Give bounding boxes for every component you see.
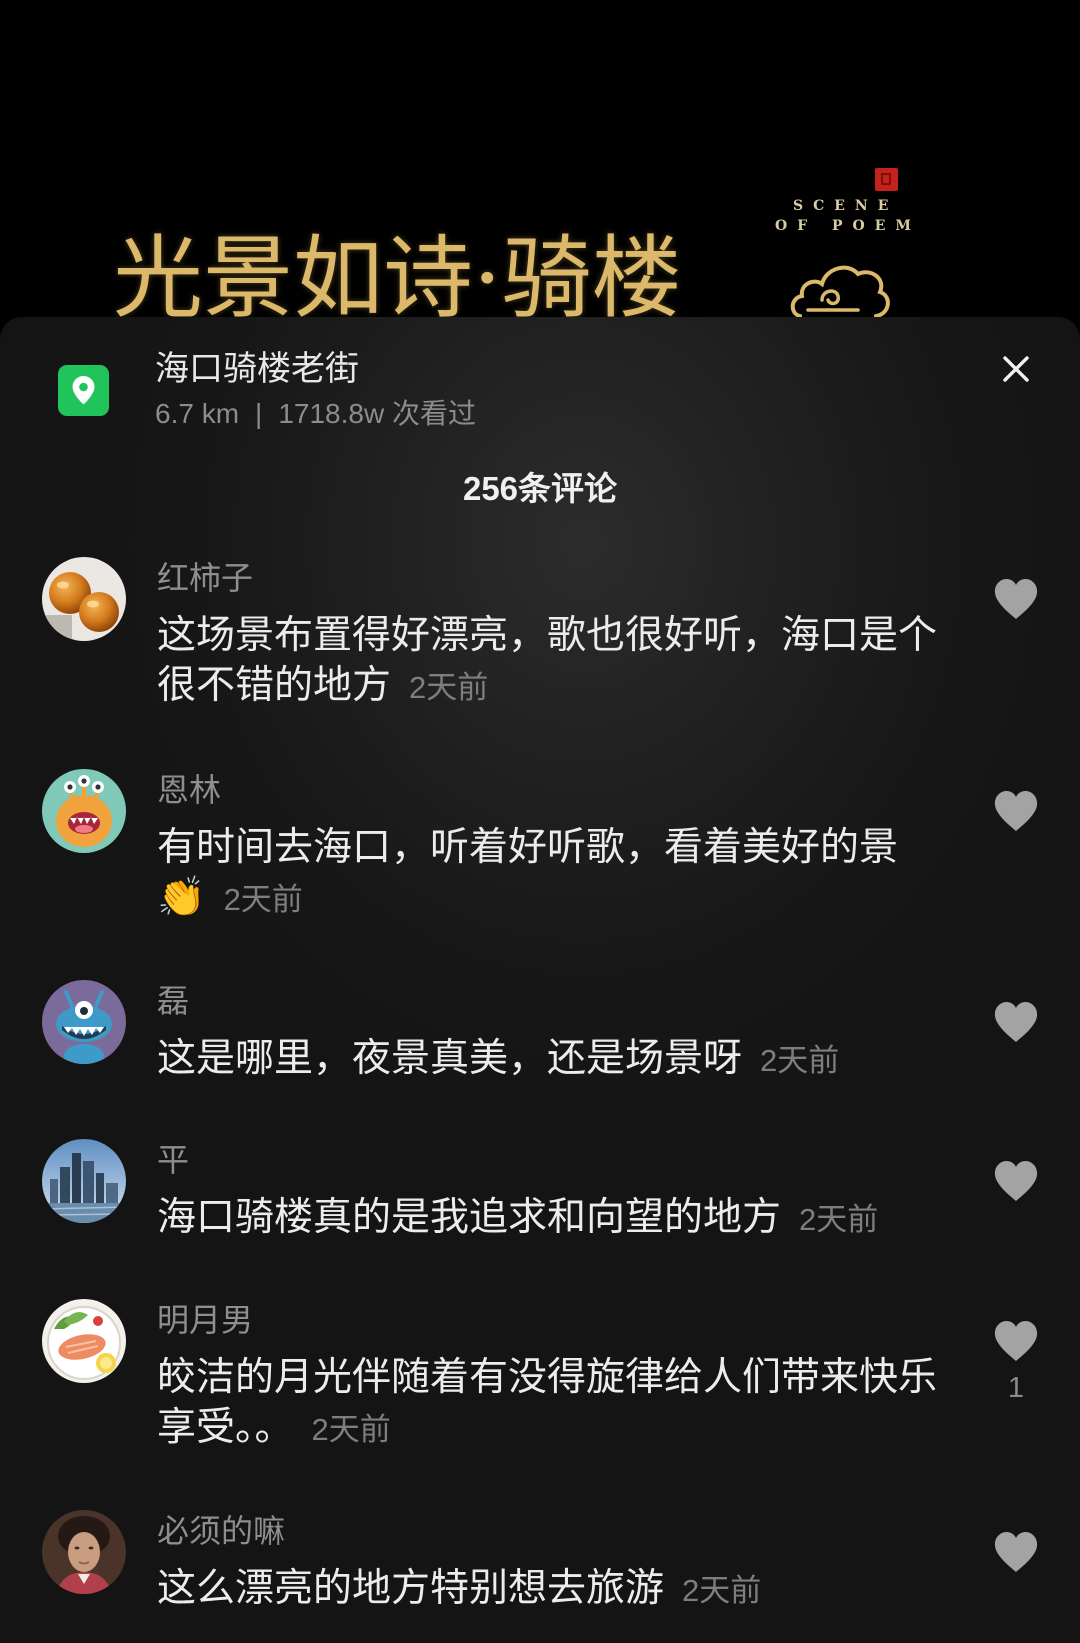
comment-content: 这么漂亮的地方特别想去旅游 bbox=[157, 1567, 665, 1610]
map-pin-icon bbox=[58, 365, 109, 416]
comment-text: 这么漂亮的地方特别想去旅游 2天前 bbox=[157, 1564, 941, 1616]
heart-icon[interactable] bbox=[992, 1000, 1040, 1044]
location-distance: 6.7 km bbox=[155, 398, 240, 429]
location-header[interactable]: 海口骑楼老街 6.7 km | 1718.8w 次看过 bbox=[0, 317, 1080, 447]
comment-text: 有时间去海口，听着好听歌，看着美好的景👏 2天前 bbox=[157, 823, 941, 925]
comment-username[interactable]: 平 bbox=[157, 1138, 189, 1182]
comment-content: 这场景布置得好漂亮，歌也很好听，海口是个很不错的地方 bbox=[157, 614, 938, 707]
banner-tagline-line1: SCENE bbox=[793, 198, 899, 214]
comment-time: 2天前 bbox=[682, 1573, 762, 1608]
comment-content: 这是哪里，夜景真美，还是场景呀 bbox=[157, 1037, 743, 1080]
location-meta: 6.7 km | 1718.8w 次看过 bbox=[155, 397, 476, 431]
heart-icon[interactable] bbox=[992, 1319, 1040, 1363]
comment-text: 这是哪里，夜景真美，还是场景呀 2天前 bbox=[157, 1034, 941, 1086]
close-icon[interactable] bbox=[1002, 355, 1030, 383]
cloud-icon bbox=[790, 265, 890, 318]
heart-icon[interactable] bbox=[992, 577, 1040, 621]
comment-username[interactable]: 红柿子 bbox=[157, 556, 253, 600]
comment-time: 2天前 bbox=[799, 1202, 879, 1237]
comments-count-title: 256条评论 bbox=[462, 470, 618, 507]
comment-time: 2天前 bbox=[311, 1412, 391, 1447]
comment-time: 2天前 bbox=[760, 1043, 840, 1078]
comment-username[interactable]: 恩林 bbox=[157, 768, 221, 812]
comment-username[interactable]: 磊 bbox=[157, 979, 189, 1023]
banner-tagline-line2: OF POEM bbox=[775, 218, 921, 234]
heart-icon[interactable] bbox=[992, 789, 1040, 833]
location-name[interactable]: 海口骑楼老街 bbox=[155, 349, 359, 389]
avatar[interactable] bbox=[42, 1139, 126, 1223]
heart-icon[interactable] bbox=[992, 1530, 1040, 1574]
comment-content: 皎洁的月光伴随着有没得旋律给人们带来快乐享受。。 bbox=[157, 1356, 938, 1449]
avatar[interactable] bbox=[42, 1510, 126, 1594]
comments-panel: 海口骑楼老街 6.7 km | 1718.8w 次看过 256条评论 红柿子 这… bbox=[0, 317, 1080, 1643]
heart-icon[interactable] bbox=[992, 1159, 1040, 1203]
like-count: 1 bbox=[1007, 1372, 1025, 1404]
avatar[interactable] bbox=[42, 980, 126, 1064]
comment-text: 这场景布置得好漂亮，歌也很好听，海口是个很不错的地方 2天前 bbox=[157, 611, 941, 713]
seal-stamp bbox=[875, 168, 898, 191]
location-views: 1718.8w 次看过 bbox=[278, 398, 476, 429]
comment-content: 海口骑楼真的是我追求和向望的地方 bbox=[157, 1196, 782, 1239]
comment-text: 海口骑楼真的是我追求和向望的地方 2天前 bbox=[157, 1193, 941, 1245]
meta-separator: | bbox=[255, 398, 263, 429]
comment-time: 2天前 bbox=[409, 670, 489, 705]
avatar[interactable] bbox=[42, 557, 126, 641]
comment-text: 皎洁的月光伴随着有没得旋律给人们带来快乐享受。。 2天前 bbox=[157, 1353, 941, 1455]
video-banner: 光景如诗·骑楼 SCENE OF POEM bbox=[0, 0, 1080, 330]
comment-username[interactable]: 明月男 bbox=[157, 1298, 253, 1342]
comment-username[interactable]: 必须的嘛 bbox=[157, 1509, 285, 1553]
banner-title: 光景如诗·骑楼 bbox=[113, 226, 682, 331]
avatar[interactable] bbox=[42, 769, 126, 853]
avatar[interactable] bbox=[42, 1299, 126, 1383]
comment-time: 2天前 bbox=[223, 882, 303, 917]
